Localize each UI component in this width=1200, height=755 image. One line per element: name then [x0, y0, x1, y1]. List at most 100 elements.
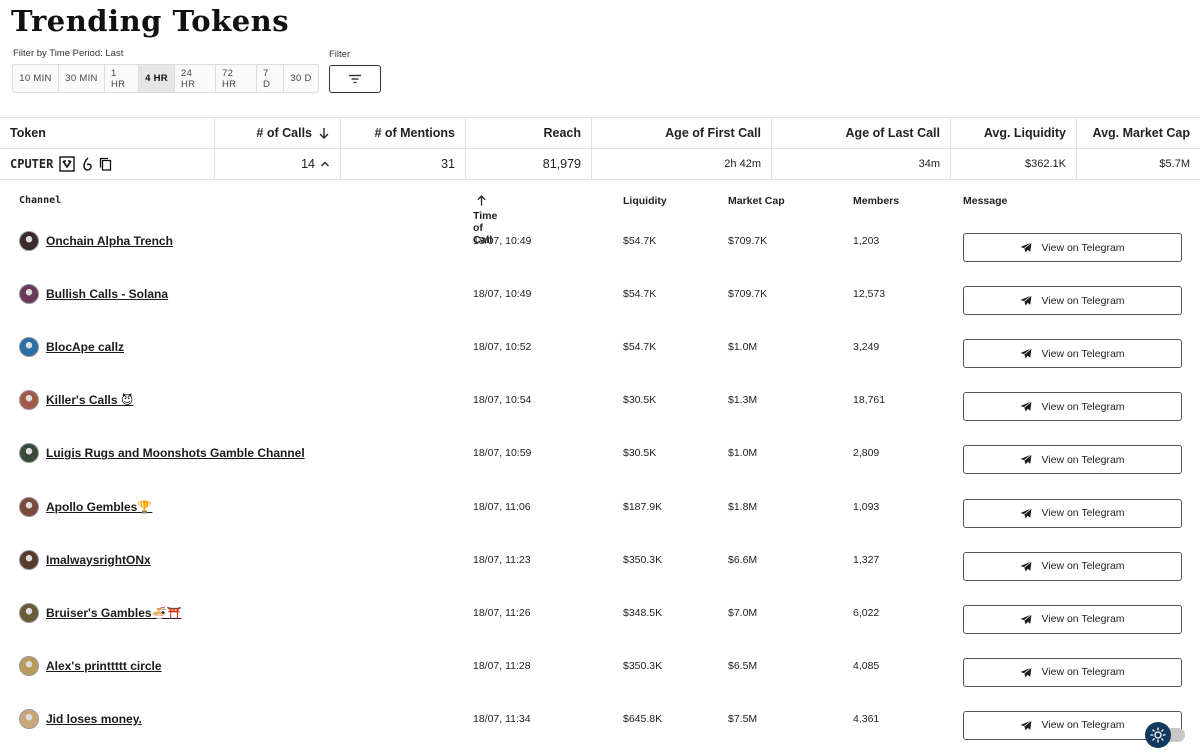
token-logo-icon — [59, 156, 76, 172]
channel-members: 3,249 — [853, 341, 880, 354]
call-liquidity: $348.5K — [623, 606, 663, 619]
telegram-button-label: View on Telegram — [1041, 453, 1125, 466]
time-filter-label: Filter by Time Period: Last — [13, 48, 124, 59]
call-row: Luigis Rugs and Moonshots Gamble Channel… — [0, 427, 1200, 480]
period-30-min-button[interactable]: 30 MIN — [59, 65, 105, 92]
telegram-icon — [1020, 507, 1033, 518]
mentions-column-header[interactable]: # of Mentions — [341, 118, 466, 148]
call-liquidity: $350.3K — [623, 659, 663, 672]
liquidity-column-header[interactable]: Avg. Liquidity — [951, 118, 1077, 148]
channel-avatar — [19, 549, 39, 570]
channel-members: 12,573 — [853, 288, 886, 301]
telegram-button-label: View on Telegram — [1041, 719, 1125, 732]
view-on-telegram-button[interactable]: View on Telegram — [963, 604, 1182, 634]
period-72-hr-button[interactable]: 72 HR — [216, 65, 257, 92]
call-liquidity: $187.9K — [623, 500, 663, 513]
call-market-cap: $1.0M — [728, 447, 758, 460]
call-time: 18/07, 11:06 — [473, 500, 531, 513]
token-ticker: CPUTER — [10, 157, 54, 171]
call-liquidity: $350.3K — [623, 553, 663, 566]
channel-link[interactable]: ImalwaysrightONx — [46, 553, 151, 567]
first-call-column-header[interactable]: Age of First Call — [592, 118, 772, 148]
period-7-d-button[interactable]: 7 D — [257, 65, 284, 92]
call-time: 18/07, 11:23 — [473, 553, 531, 566]
calls-header-label: # of Calls — [256, 126, 312, 140]
call-row: BlocApe callz 18/07, 10:52 $54.7K $1.0M 3,24… — [0, 321, 1200, 374]
call-market-cap: $709.7K — [728, 288, 768, 301]
telegram-button-label: View on Telegram — [1041, 507, 1125, 519]
call-liquidity: $54.7K — [623, 288, 657, 301]
channel-link[interactable]: Luigis Rugs and Moonshots Gamble Channel — [46, 446, 305, 460]
channel-avatar — [19, 496, 39, 517]
filter-button[interactable] — [329, 65, 381, 93]
arrow-up-icon — [477, 195, 486, 206]
view-on-telegram-button[interactable]: View on Telegram — [963, 339, 1182, 369]
token-table-header: Token # of Calls # of Mentions Reach Age… — [0, 117, 1200, 149]
channel-link[interactable]: Apollo Gembles🏆 — [46, 500, 152, 514]
channel-avatar — [19, 602, 39, 623]
call-market-cap: $709.7K — [728, 235, 768, 247]
filter-lines-icon — [349, 74, 361, 84]
call-market-cap: $6.6M — [728, 553, 758, 566]
channel-members: 4,361 — [853, 712, 880, 725]
channel-link[interactable]: BlocApe callz — [46, 340, 124, 354]
call-row: Bullish Calls - Solana 18/07, 10:49 $54.7K… — [0, 268, 1200, 321]
pump-icon[interactable] — [81, 157, 93, 171]
period-4-hr-button[interactable]: 4 HR — [139, 65, 175, 92]
calls-count: 14 — [301, 157, 315, 171]
period-10-min-button[interactable]: 10 MIN — [13, 65, 59, 92]
channel-members: 4,085 — [853, 659, 880, 672]
call-row: Alex's printtttt circle 18/07, 11:28 $350.… — [0, 640, 1200, 693]
first-call-cell: 2h 42m — [592, 149, 772, 179]
market-cap-cell: $5.7M — [1159, 158, 1190, 170]
token-row[interactable]: CPUTER 14 31 81,979 2h 42m 34m $362.1K $… — [0, 149, 1200, 180]
channel-link[interactable]: Bruiser's Gambles🍜⛩️ — [46, 606, 181, 620]
reach-column-header[interactable]: Reach — [466, 118, 592, 148]
channel-link[interactable]: Jid loses money. — [46, 712, 142, 726]
call-market-cap: $7.5M — [728, 712, 758, 725]
liquidity-subcolumn-header: Liquidity — [623, 195, 667, 207]
channel-link[interactable]: Alex's printtttt circle — [46, 659, 162, 673]
view-on-telegram-button[interactable]: View on Telegram — [963, 551, 1182, 581]
call-time: 18/07, 11:28 — [473, 659, 531, 672]
view-on-telegram-button[interactable]: View on Telegram — [963, 392, 1182, 422]
time-period-selector: 10 MIN 30 MIN 1 HR 4 HR 24 HR 72 HR 7 D … — [12, 64, 319, 93]
market-cap-column-header[interactable]: Avg. Market Cap — [1077, 118, 1200, 148]
members-column-header: Members — [853, 195, 900, 207]
last-call-column-header[interactable]: Age of Last Call — [772, 118, 951, 148]
view-on-telegram-button[interactable]: View on Telegram — [963, 445, 1182, 475]
view-on-telegram-button[interactable]: View on Telegram — [963, 498, 1182, 528]
channel-avatar — [19, 708, 39, 729]
period-30-d-button[interactable]: 30 D — [284, 65, 318, 92]
call-time: 18/07, 10:54 — [473, 394, 532, 407]
view-on-telegram-button[interactable]: View on Telegram — [963, 233, 1182, 262]
channel-column-header: Channel — [19, 195, 62, 206]
telegram-icon — [1020, 295, 1033, 306]
liquidity-cell: $362.1K — [951, 149, 1077, 179]
period-24-hr-button[interactable]: 24 HR — [175, 65, 216, 92]
telegram-icon — [1020, 454, 1033, 465]
call-time: 18/07, 10:49 — [473, 235, 532, 247]
call-market-cap: $7.0M — [728, 606, 758, 619]
period-1-hr-button[interactable]: 1 HR — [105, 65, 139, 92]
view-on-telegram-button[interactable]: View on Telegram — [963, 286, 1182, 316]
calls-column-header[interactable]: # of Calls — [215, 118, 341, 148]
view-on-telegram-button[interactable]: View on Telegram — [963, 657, 1182, 687]
call-market-cap: $1.0M — [728, 341, 758, 354]
channel-link[interactable]: Bullish Calls - Solana — [46, 287, 168, 301]
channel-avatar — [19, 337, 39, 358]
call-row: Jid loses money. 18/07, 11:34 $645.8K $7.5M… — [0, 693, 1200, 746]
calls-cell[interactable]: 14 — [215, 149, 341, 179]
channel-link[interactable]: Killer's Calls 😈 — [46, 393, 133, 407]
time-column-header[interactable]: Time of Call — [473, 195, 497, 246]
channel-avatar — [19, 390, 39, 411]
copy-icon[interactable] — [99, 157, 112, 171]
channel-link[interactable]: Onchain Alpha Trench — [46, 234, 173, 248]
telegram-button-label: View on Telegram — [1041, 241, 1125, 254]
call-row: Onchain Alpha Trench 18/07, 10:49 $54.7K $7… — [0, 215, 1200, 268]
theme-toggle[interactable] — [1145, 722, 1185, 748]
call-market-cap: $1.3M — [728, 394, 758, 407]
channel-members: 2,809 — [853, 447, 880, 460]
telegram-button-label: View on Telegram — [1041, 666, 1125, 679]
call-market-cap: $1.8M — [728, 500, 758, 513]
